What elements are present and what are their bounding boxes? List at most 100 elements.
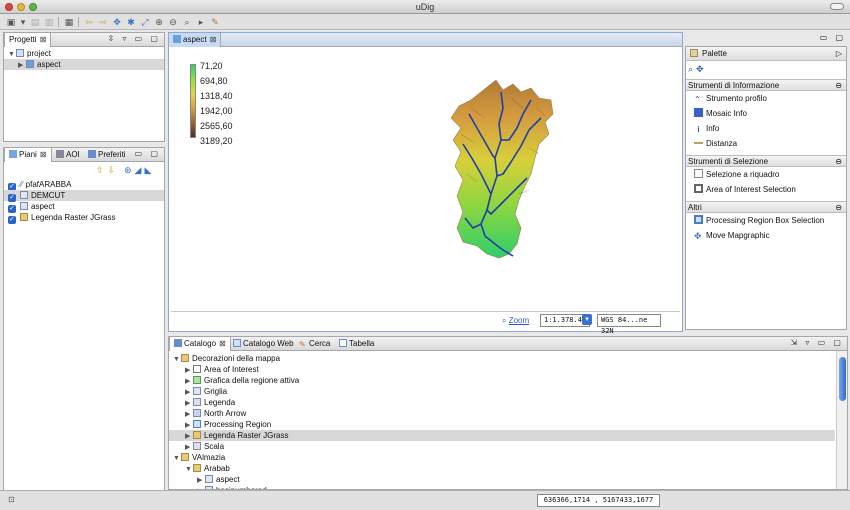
raster-icon bbox=[205, 486, 213, 489]
tab-cerca[interactable]: ✎ Cerca bbox=[295, 337, 334, 351]
catalog-item[interactable]: ▶ Area of Interest bbox=[185, 364, 259, 375]
tab-aspect-map[interactable]: aspect ⊠ bbox=[169, 33, 222, 47]
catalog-item[interactable]: ▼ Arabab bbox=[185, 463, 230, 474]
catalog-item[interactable]: ▶ Grafica della regione attiva bbox=[185, 375, 299, 386]
tab-piani[interactable]: Piani ⊠ bbox=[4, 148, 52, 162]
close-icon[interactable]: ⊠ bbox=[40, 150, 47, 159]
panel-controls[interactable]: ⇲ ▿ ▭ ▢ bbox=[790, 338, 844, 347]
tab-tabella[interactable]: Tabella bbox=[335, 337, 378, 351]
catalog-item[interactable]: ▶ North Arrow bbox=[185, 408, 246, 419]
tab-preferiti[interactable]: Preferiti bbox=[84, 148, 130, 162]
panel-controls[interactable]: ▭ ▢ bbox=[135, 149, 161, 158]
layer-tool-buttons[interactable]: ⊛◢◣ bbox=[124, 165, 154, 176]
layer-row[interactable]: ✓ Legenda Raster JGrass bbox=[8, 212, 116, 224]
coordinates-field: 636366,1714 , 5167433,1677 bbox=[537, 494, 660, 507]
zoom-control[interactable]: ⌕ Zoom bbox=[502, 316, 529, 326]
palette-item-info[interactable]: i Info bbox=[694, 123, 719, 135]
legend-label: 71,20 bbox=[200, 61, 223, 71]
catalog-item[interactable]: ▼ VAlmazia bbox=[173, 452, 225, 463]
properties-icon[interactable]: ▦ bbox=[64, 17, 74, 27]
scrollbar-thumb[interactable] bbox=[839, 357, 846, 401]
info-tool-icon[interactable]: ⌕ bbox=[182, 17, 192, 27]
map-icon bbox=[26, 60, 34, 68]
palette-item-distance[interactable]: Distanza bbox=[694, 138, 737, 150]
tree-item-project[interactable]: ▼ project bbox=[8, 48, 51, 59]
projects-panel: Progetti ⊠ ⇳ ▿ ▭ ▢ ▼ project ▶ aspect bbox=[3, 32, 165, 142]
catalog-item[interactable]: ▶basinumbered bbox=[197, 485, 267, 489]
palette-item-profile[interactable]: ⌃ Strumento profilo bbox=[694, 93, 767, 105]
search-icon: ✎ bbox=[299, 340, 306, 349]
close-icon[interactable]: ⊠ bbox=[210, 35, 217, 44]
collapse-icon[interactable]: ⊖ bbox=[835, 202, 842, 214]
palette-section-selection[interactable]: Strumenti di Selezione ⊖ bbox=[686, 155, 846, 167]
layer-row[interactable]: ✓ ⁄⁄ pfafARABBA bbox=[8, 179, 71, 191]
catalog-item[interactable]: ▶ Scala bbox=[185, 441, 224, 452]
toolbar-toggle-button[interactable] bbox=[830, 3, 844, 10]
tab-catalogo-web[interactable]: Catalogo Web bbox=[229, 337, 298, 351]
palette-section-info[interactable]: Strumenti di Informazione ⊖ bbox=[686, 79, 846, 91]
raster-icon bbox=[20, 191, 28, 199]
layer-checkbox[interactable]: ✓ bbox=[8, 216, 16, 224]
zoom-out-icon[interactable]: ⊖ bbox=[168, 17, 178, 27]
elevation-legend-bar bbox=[190, 64, 196, 138]
aoi-icon bbox=[56, 150, 64, 158]
raster-icon bbox=[205, 475, 213, 483]
scale-dropdown-icon[interactable]: ▾ bbox=[582, 314, 592, 325]
tree-item-aspect[interactable]: ▶ aspect bbox=[4, 59, 164, 70]
tab-aoi[interactable]: AOI bbox=[52, 148, 84, 162]
catalog-item[interactable]: ▶ Legenda bbox=[185, 397, 235, 408]
status-icon: ⊡ bbox=[8, 495, 15, 504]
palette-item-aoi-select[interactable]: Area of Interest Selection bbox=[694, 184, 796, 196]
map-canvas[interactable]: 71,20 694,80 1318,40 1942,00 2565,60 318… bbox=[171, 48, 680, 312]
collapse-icon[interactable]: ⊖ bbox=[835, 80, 842, 92]
catalog-item[interactable]: ▶ Legenda Raster JGrass bbox=[169, 430, 835, 441]
layer-row[interactable]: ✓ aspect bbox=[8, 201, 55, 213]
palette-zoom-tools[interactable]: ⌕✥ bbox=[688, 64, 707, 75]
new-icon[interactable]: ▣ bbox=[6, 17, 16, 27]
window-title: uDig bbox=[415, 2, 435, 12]
main-toolbar: ▣ ▾ ▤ ▥ ▦ ⇦ ⇨ ✥ ✱ ⤢ ⊕ ⊖ ⌕ ▸ ✎ bbox=[0, 14, 850, 30]
grid-icon bbox=[193, 387, 201, 395]
layer-order-buttons[interactable]: ⇧⇩ bbox=[96, 165, 119, 176]
map-icon bbox=[173, 35, 181, 43]
pan-icon[interactable]: ✥ bbox=[112, 17, 122, 27]
expand-icon[interactable]: ▷ bbox=[836, 47, 842, 61]
collapse-icon[interactable]: ⊖ bbox=[835, 156, 842, 168]
catalog-scrollbar[interactable] bbox=[836, 351, 847, 489]
edit-tool-icon[interactable]: ✎ bbox=[210, 17, 220, 27]
layer-row[interactable]: ✓ DEMCUT bbox=[4, 190, 164, 202]
back-icon[interactable]: ⇦ bbox=[84, 17, 94, 27]
palette-item-region-box[interactable]: Processing Region Box Selection bbox=[694, 215, 824, 227]
panel-controls[interactable]: ⇳ ▿ ▭ ▢ bbox=[107, 34, 161, 43]
print-icon[interactable]: ▥ bbox=[44, 17, 54, 27]
save-icon[interactable]: ▤ bbox=[30, 17, 40, 27]
palette-item-mosaic[interactable]: Mosaic Info bbox=[694, 108, 747, 120]
editor-controls[interactable]: ▭ ▢ bbox=[820, 33, 846, 42]
catalog-item[interactable]: ▶ aspect bbox=[197, 474, 240, 485]
close-icon[interactable]: ⊠ bbox=[40, 35, 47, 44]
tab-progetti[interactable]: Progetti ⊠ bbox=[4, 33, 52, 47]
legend-icon bbox=[193, 398, 201, 406]
palette-section-altri[interactable]: Altri ⊖ bbox=[686, 201, 846, 213]
close-icon[interactable]: ⊠ bbox=[219, 339, 226, 348]
legend-label: 2565,60 bbox=[200, 121, 233, 131]
catalog-item[interactable]: ▼ Decorazioni della mappa bbox=[173, 353, 280, 364]
tab-progetti-label: Progetti bbox=[9, 35, 37, 44]
catalog-item[interactable]: ▶ Processing Region bbox=[185, 419, 271, 430]
tab-catalogo[interactable]: Catalogo ⊠ bbox=[169, 337, 231, 351]
bookmark-icon bbox=[88, 150, 96, 158]
zoom-extent-icon[interactable]: ⤢ bbox=[140, 17, 150, 27]
zoom-in-icon[interactable]: ⊕ bbox=[154, 17, 164, 27]
catalog-item[interactable]: ▶ Griglia bbox=[185, 386, 227, 397]
forward-icon[interactable]: ⇨ bbox=[98, 17, 108, 27]
palette-item-box-select[interactable]: Selezione a riquadro bbox=[694, 169, 779, 181]
dropdown-icon[interactable]: ▾ bbox=[18, 17, 28, 27]
raster-icon bbox=[20, 202, 28, 210]
catalog-panel: Catalogo ⊠ Catalogo Web ✎ Cerca Tabella ⇲ … bbox=[168, 336, 848, 490]
refresh-icon[interactable]: ✱ bbox=[126, 17, 136, 27]
legend-label: 3189,20 bbox=[200, 136, 233, 146]
palette-item-move-mapgraphic[interactable]: ✥ Move Mapgraphic bbox=[694, 230, 770, 242]
crs-field[interactable]: WGS 84...ne 32N bbox=[597, 314, 661, 335]
legend-icon bbox=[20, 213, 28, 221]
select-tool-icon[interactable]: ▸ bbox=[196, 17, 206, 27]
